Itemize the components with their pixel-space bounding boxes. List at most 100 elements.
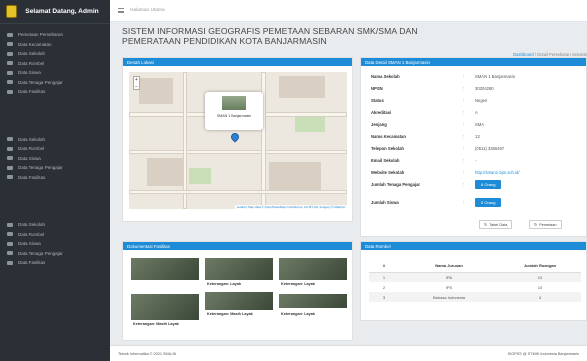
sidebar-item[interactable]: Data Sekolah: [0, 49, 110, 59]
cell-no: 1: [369, 272, 399, 282]
school-photo: [222, 96, 246, 110]
users-icon: [7, 146, 13, 151]
topbar: Halaman Utama: [110, 0, 587, 22]
greeting-text: Selamat Datang, Admin: [25, 7, 99, 15]
facility-photo[interactable]: [279, 294, 347, 308]
refresh-icon: ↻: [484, 223, 488, 227]
school-icon: [7, 222, 13, 227]
table-row: 2 IPS 10: [369, 282, 581, 292]
detail-separator: :: [463, 85, 465, 91]
column-header-jurusan[interactable]: Nama Jurusan: [399, 260, 499, 273]
student-icon: [7, 70, 13, 75]
detail-row: Email Sekolah: -: [371, 154, 587, 166]
detail-value: 13: [475, 133, 480, 139]
mapping-button[interactable]: ↻ Pemetaan: [529, 220, 562, 229]
sidebar-item[interactable]: Data Rombel: [0, 230, 110, 240]
detail-key: Website Sekolah: [371, 169, 405, 175]
table-row: 1 IPA 10: [369, 272, 581, 282]
facility-photo[interactable]: [131, 258, 199, 280]
detail-row: Telepon Sekolah: (0511) 3365467: [371, 142, 587, 154]
map-marker-icon[interactable]: [229, 131, 241, 143]
detail-value: SMA: [475, 121, 485, 127]
facility-caption: Keterangan: Layak: [207, 282, 241, 286]
table-data-label: Tabel Data: [489, 222, 508, 227]
teacher-icon: [7, 80, 13, 85]
page-title-line-2: PEMERATAAN PENDIDIKAN KOTA BANJARMASIN: [122, 36, 327, 46]
sidebar-item[interactable]: Data Sekolah: [0, 220, 110, 230]
column-header-no[interactable]: #: [369, 260, 399, 273]
detail-separator: :: [463, 157, 465, 163]
sidebar-item[interactable]: Data Siswa: [0, 68, 110, 78]
detail-separator: :: [463, 73, 465, 79]
sidebar-item[interactable]: Data Tenaga Pengajar: [0, 78, 110, 88]
sidebar-item-label: Pemetaan Persebaran: [18, 32, 64, 38]
detail-key: Jumlah Tenaga Pengajar: [371, 181, 421, 187]
sidebar-item[interactable]: Data Kecamatan: [0, 40, 110, 50]
hamburger-menu-icon[interactable]: [118, 8, 124, 13]
sidebar-item-label: Data Sekolah: [18, 222, 46, 228]
sidebar-item[interactable]: Data Rombel: [0, 144, 110, 154]
facility-photo[interactable]: [205, 292, 273, 310]
sidebar-item-label: Data Tenaga Pengajar: [18, 79, 63, 85]
page-title-line-1: SISTEM INFORMASI GEOGRAFIS PEMETAAN SEBA…: [122, 26, 418, 36]
users-icon: [7, 61, 13, 66]
sidebar-item-label: Data Siswa: [18, 70, 41, 76]
sidebar-item[interactable]: Data Fasilitas: [0, 87, 110, 97]
sidebar-group-2: Data Sekolah Data Rombel Data Siswa Data Te…: [0, 135, 110, 183]
sidebar-item-label: Data Siswa: [18, 241, 41, 247]
facility-photo[interactable]: [205, 258, 273, 280]
detail-separator: :: [463, 169, 465, 175]
rombel-table: # Nama Jurusan Jumlah Ruangan 1 IPA 10 2 IPS…: [369, 260, 581, 302]
table-data-button[interactable]: ↻ Tabel Data: [479, 220, 513, 229]
map-popup: SMAN 1 Banjarmasin: [205, 92, 263, 130]
column-header-ruangan[interactable]: Jumlah Ruangan: [499, 260, 581, 273]
detail-separator: :: [463, 145, 465, 151]
sidebar-item[interactable]: Data Fasilitas: [0, 173, 110, 183]
building-icon: [7, 89, 13, 94]
sidebar: Selamat Datang, Admin Pemetaan Persebara…: [0, 0, 110, 361]
sidebar-item[interactable]: Data Rombel: [0, 59, 110, 69]
sidebar-item[interactable]: Pemetaan Persebaran: [0, 30, 110, 40]
facility-caption: Keterangan: Masih Layak: [207, 312, 253, 316]
detail-value: SMAN 1 Banjarmasin: [475, 73, 516, 79]
sidebar-item[interactable]: Data Tenaga Pengajar: [0, 249, 110, 259]
sidebar-item[interactable]: Data Sekolah: [0, 135, 110, 145]
detail-key: Status: [371, 97, 384, 103]
sidebar-group-3: Data Sekolah Data Rombel Data Siswa Data Te…: [0, 220, 110, 268]
sidebar-group-1: Pemetaan Persebaran Data Kecamatan Data Se…: [0, 30, 110, 97]
facility-photo[interactable]: [131, 294, 199, 320]
sidebar-header: Selamat Datang, Admin: [0, 0, 110, 24]
sidebar-item-label: Data Sekolah: [18, 136, 46, 142]
sidebar-item[interactable]: Data Fasilitas: [0, 258, 110, 268]
topbar-title: Halaman Utama: [130, 8, 165, 13]
footer-credit: SIGPSS @ STMIK Indonesia Banjarmasin: [507, 351, 579, 356]
detail-key: Jumlah Siswa: [371, 199, 399, 205]
cell-ruangan: 10: [499, 272, 581, 282]
detail-key: Akreditasi: [371, 109, 392, 115]
detail-separator: :: [463, 181, 465, 187]
sidebar-item[interactable]: Data Tenaga Pengajar: [0, 163, 110, 173]
school-map[interactable]: + − SMAN 1 Banjarmasin Leaflet | Map dat…: [129, 72, 347, 209]
facility-photo[interactable]: [279, 258, 347, 280]
sidebar-item[interactable]: Data Siswa: [0, 154, 110, 164]
map-card: Denah Lokasi + − SMAN 1 Banjarmasin Leaf…: [122, 57, 353, 222]
detail-value: -: [475, 157, 477, 163]
cell-jurusan: IPS: [445, 284, 453, 290]
sidebar-item-label: Data Fasilitas: [18, 89, 46, 95]
student-count-button[interactable]: 5 Orang: [475, 197, 502, 207]
teacher-icon: [7, 251, 13, 256]
map-zoom-control[interactable]: + −: [133, 76, 140, 90]
teacher-count-button[interactable]: 6 Orang: [475, 179, 502, 189]
sidebar-item[interactable]: Data Siswa: [0, 239, 110, 249]
globe-icon: [7, 32, 13, 37]
rombel-card-header: Data Rombel: [361, 242, 586, 250]
detail-key: NPSN: [371, 85, 383, 91]
detail-row: Website Sekolah: http://sman1-bjm.sch.id/: [371, 166, 587, 178]
zoom-out-button[interactable]: −: [134, 84, 139, 91]
rombel-card: Data Rombel # Nama Jurusan Jumlah Ruanga…: [360, 241, 587, 321]
map-attribution[interactable]: Leaflet | Map data © OpenStreetMap contr…: [234, 205, 347, 209]
detail-value[interactable]: http://sman1-bjm.sch.id/: [475, 170, 519, 175]
student-icon: [7, 156, 13, 161]
detail-row-teachers: Jumlah Tenaga Pengajar : 6 Orang: [371, 178, 587, 190]
table-header-row: # Nama Jurusan Jumlah Ruangan: [369, 260, 581, 273]
